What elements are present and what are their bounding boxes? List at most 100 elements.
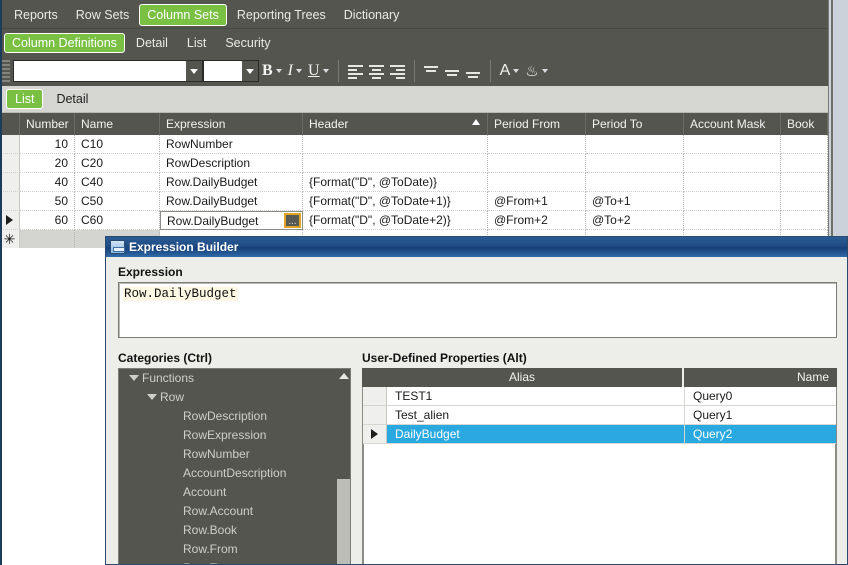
fill-color-button[interactable]: ♨	[522, 59, 550, 83]
expression-input[interactable]: Row.DailyBudget	[118, 282, 837, 338]
nav-tab-column-sets[interactable]: Column Sets	[139, 3, 227, 26]
nav-tab-reporting-trees[interactable]: Reporting Trees	[229, 4, 334, 26]
column-header-book[interactable]: Book	[781, 113, 828, 135]
valign-top-button[interactable]	[421, 59, 442, 83]
column-header-header[interactable]: Header	[303, 113, 488, 135]
underline-button[interactable]: U	[305, 59, 332, 83]
table-row[interactable]: 20 C20 RowDescription	[0, 154, 828, 173]
cell-period-to[interactable]: @To+2	[586, 211, 684, 230]
tree-node-row-account[interactable]: Row.Account	[119, 502, 350, 521]
sub-tab-detail[interactable]: Detail	[128, 33, 176, 53]
cell-period-from[interactable]: @From+1	[488, 192, 586, 211]
tree-node-accountdescription[interactable]: AccountDescription	[119, 464, 350, 483]
udp-row-selector[interactable]	[363, 406, 387, 425]
cell-period-from[interactable]	[488, 154, 586, 173]
udp-cell-alias[interactable]: TEST1	[387, 387, 685, 406]
cell-header[interactable]: {Format("D", @ToDate+1)}	[303, 192, 488, 211]
row-selector[interactable]	[0, 154, 20, 173]
new-row-cell-number[interactable]	[20, 230, 75, 248]
italic-button[interactable]: I	[285, 59, 305, 83]
dialog-title-bar[interactable]: Expression Builder	[106, 237, 847, 257]
udp-row-selector-current[interactable]	[363, 425, 387, 444]
nav-tab-dictionary[interactable]: Dictionary	[336, 4, 408, 26]
font-name-dropdown-button[interactable]	[185, 61, 202, 81]
cell-account-mask[interactable]	[684, 135, 781, 154]
tree-scrollbar[interactable]	[337, 369, 350, 564]
row-selector[interactable]	[0, 135, 20, 154]
cell-account-mask[interactable]	[684, 211, 781, 230]
udp-cell-name[interactable]: Query0	[685, 387, 836, 406]
table-row[interactable]: 10 C10 RowNumber	[0, 135, 828, 154]
cell-period-from[interactable]	[488, 173, 586, 192]
chevron-down-icon[interactable]	[296, 69, 302, 73]
udp-column-header-alias[interactable]: Alias	[362, 368, 684, 387]
cell-number[interactable]: 40	[20, 173, 75, 192]
tree-node-row-to[interactable]: Row.To	[119, 559, 350, 564]
open-expression-builder-button[interactable]: ...	[284, 213, 301, 228]
cell-number[interactable]: 50	[20, 192, 75, 211]
list-item[interactable]: TEST1 Query0	[363, 387, 836, 406]
chevron-down-icon[interactable]	[541, 69, 548, 73]
column-header-account-mask[interactable]: Account Mask	[684, 113, 781, 135]
tree-node-account[interactable]: Account	[119, 483, 350, 502]
cell-header[interactable]	[303, 154, 488, 173]
column-header-period-to[interactable]: Period To	[586, 113, 684, 135]
font-name-combo[interactable]	[13, 60, 203, 82]
valign-middle-button[interactable]	[442, 59, 463, 83]
list-item-selected[interactable]: DailyBudget Query2	[363, 425, 836, 444]
row-selector[interactable]	[0, 192, 20, 211]
cell-header[interactable]: {Format("D", @ToDate+2)}	[303, 211, 488, 230]
cell-expression[interactable]: RowDescription	[160, 154, 303, 173]
align-center-button[interactable]	[366, 59, 387, 83]
bold-button[interactable]: B	[259, 59, 285, 83]
table-row[interactable]: 40 C40 Row.DailyBudget {Format("D", @ToD…	[0, 173, 828, 192]
table-row[interactable]: 50 C50 Row.DailyBudget {Format("D", @ToD…	[0, 192, 828, 211]
table-row[interactable]: 60 C60 Row.DailyBudget ... {Format("D", …	[0, 211, 828, 230]
valign-bottom-button[interactable]	[463, 59, 484, 83]
cell-account-mask[interactable]	[684, 173, 781, 192]
column-header-expression[interactable]: Expression	[160, 113, 303, 135]
expander-collapse-icon[interactable]	[129, 374, 139, 383]
udp-cell-alias[interactable]: DailyBudget	[387, 425, 685, 444]
cell-period-to[interactable]	[586, 173, 684, 192]
font-size-combo[interactable]	[203, 60, 259, 82]
cell-expression[interactable]: Row.DailyBudget	[160, 173, 303, 192]
cell-book[interactable]	[781, 211, 828, 230]
cell-expression-active[interactable]: Row.DailyBudget ...	[160, 211, 303, 230]
cell-name[interactable]: C40	[75, 173, 160, 192]
scroll-up-icon[interactable]	[338, 373, 349, 379]
tree-node-rowdescription[interactable]: RowDescription	[119, 407, 350, 426]
cell-period-from[interactable]	[488, 135, 586, 154]
column-header-period-from[interactable]: Period From	[488, 113, 586, 135]
column-header-number[interactable]: Number	[20, 113, 75, 135]
chevron-down-icon[interactable]	[275, 69, 282, 73]
cell-book[interactable]	[781, 135, 828, 154]
cell-book[interactable]	[781, 192, 828, 211]
font-size-dropdown-button[interactable]	[241, 61, 258, 81]
cell-period-to[interactable]	[586, 135, 684, 154]
cell-period-from[interactable]: @From+2	[488, 211, 586, 230]
align-right-button[interactable]	[387, 59, 408, 83]
toolbar-drag-grip[interactable]	[1, 60, 10, 82]
sub-tab-list[interactable]: List	[179, 33, 214, 53]
cell-period-to[interactable]	[586, 154, 684, 173]
sub-tab-column-definitions[interactable]: Column Definitions	[4, 32, 125, 53]
tree-node-row[interactable]: Row	[119, 388, 350, 407]
font-color-button[interactable]: A	[497, 59, 523, 83]
cell-expression[interactable]: Row.DailyBudget	[160, 192, 303, 211]
expander-collapse-icon[interactable]	[147, 393, 157, 402]
nav-tab-row-sets[interactable]: Row Sets	[68, 4, 138, 26]
tree-node-row-from[interactable]: Row.From	[119, 540, 350, 559]
cell-number[interactable]: 60	[20, 211, 75, 230]
categories-tree[interactable]: Functions Row RowDescription RowExpressi…	[118, 368, 351, 564]
tree-node-rownumber[interactable]: RowNumber	[119, 445, 350, 464]
udp-column-header-name[interactable]: Name	[684, 368, 837, 387]
cell-book[interactable]	[781, 173, 828, 192]
cell-account-mask[interactable]	[684, 154, 781, 173]
cell-header[interactable]	[303, 135, 488, 154]
row-selector[interactable]	[0, 173, 20, 192]
scrollbar-thumb[interactable]	[337, 479, 350, 564]
sub-tab-security[interactable]: Security	[217, 33, 278, 53]
chevron-down-icon[interactable]	[322, 69, 329, 73]
cell-number[interactable]: 20	[20, 154, 75, 173]
